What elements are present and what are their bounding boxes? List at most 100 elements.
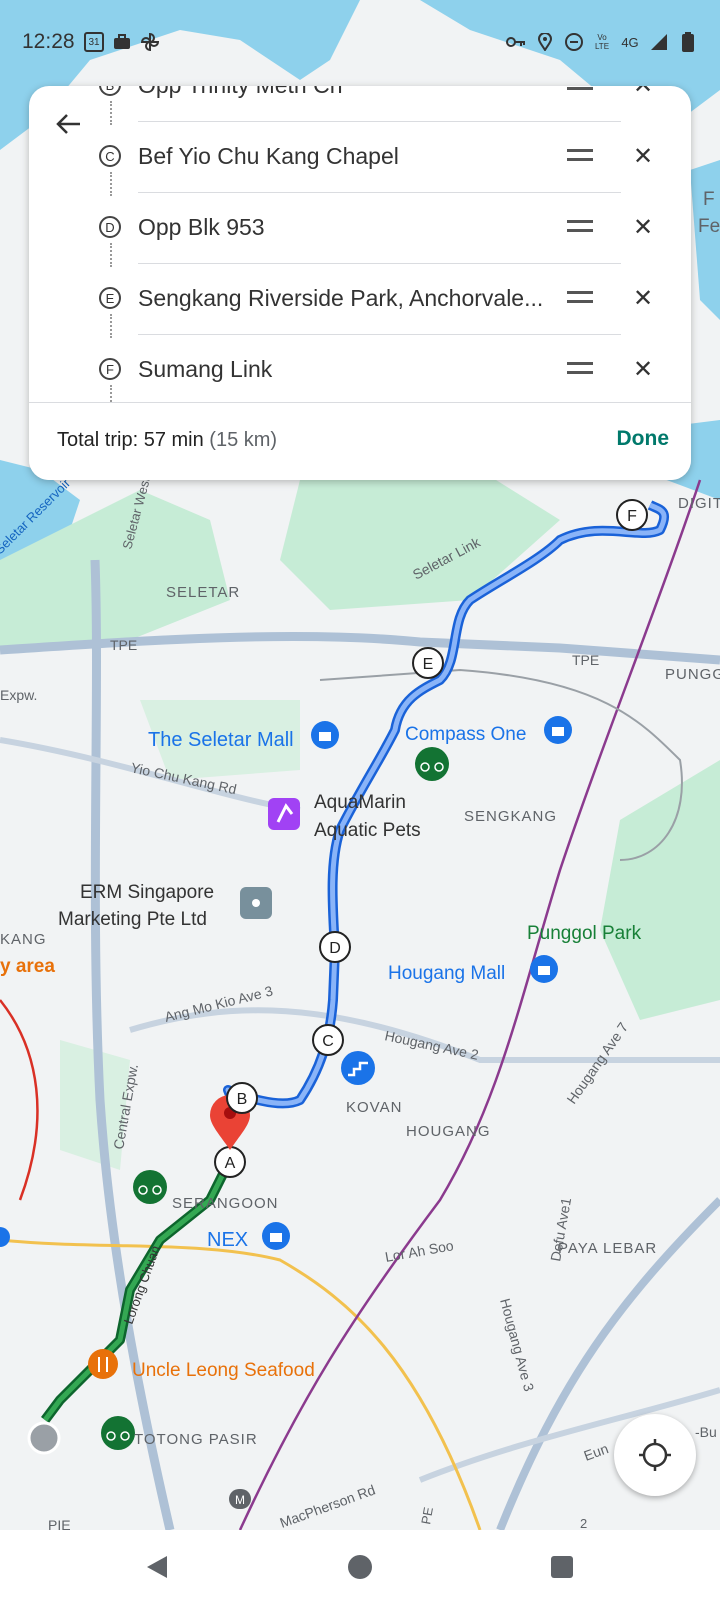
road-tpe: TPE	[110, 637, 137, 653]
marker-b[interactable]: B	[226, 1082, 258, 1114]
stairs-icon[interactable]	[341, 1051, 375, 1085]
close-icon[interactable]: ✕	[631, 284, 655, 313]
area-paya-lebar: PAYA LEBAR	[558, 1240, 657, 1257]
recents-nav-icon[interactable]	[545, 1550, 579, 1584]
marker-c[interactable]: C	[312, 1024, 344, 1056]
area-digital: DIGIT	[678, 495, 720, 512]
stop-name[interactable]: Opp Blk 953	[138, 214, 553, 241]
back-nav-icon[interactable]	[140, 1550, 174, 1584]
stop-row[interactable]: C Bef Yio Chu Kang Chapel ✕	[29, 122, 691, 196]
stop-row[interactable]: D Opp Blk 953 ✕	[29, 193, 691, 267]
label-compass-one[interactable]: Compass One	[405, 724, 526, 745]
stop-name[interactable]: Sumang Link	[138, 356, 553, 383]
area-kang: KANG	[0, 931, 47, 948]
pinwheel-icon	[140, 32, 160, 52]
shopping-icon[interactable]	[311, 721, 339, 749]
origin-marker[interactable]	[27, 1421, 61, 1455]
svg-text:B: B	[237, 1091, 248, 1108]
status-bar: 12:28 31 Vo LTE 4G	[0, 0, 720, 84]
area-toa-payoh: TOTONG PASIR	[134, 1431, 258, 1448]
close-icon[interactable]: ✕	[631, 86, 655, 100]
trip-summary: Total trip: 57 min (15 km) Done	[29, 402, 691, 480]
area-fe-1: F	[703, 189, 715, 210]
drag-handle-icon[interactable]	[567, 86, 593, 90]
area-sengkang: SENGKANG	[464, 808, 557, 825]
stop-letter: B	[99, 86, 121, 96]
key-icon	[506, 32, 526, 52]
drag-handle-icon[interactable]	[567, 291, 593, 303]
road-pe: PE	[418, 1506, 436, 1526]
label-nex[interactable]: NEX	[207, 1229, 248, 1251]
road-lim: 2	[580, 1516, 587, 1530]
drag-handle-icon[interactable]	[567, 149, 593, 161]
bike-icon[interactable]	[101, 1416, 135, 1450]
label-erm[interactable]: ERM Singapore	[80, 882, 214, 903]
area-punggol: PUNGG	[665, 666, 720, 683]
status-time: 12:28	[22, 30, 75, 53]
back-arrow-icon[interactable]	[49, 104, 89, 144]
close-icon[interactable]: ✕	[631, 213, 655, 242]
total-distance: (15 km)	[209, 429, 278, 451]
area-fe-2: Fe	[698, 216, 720, 237]
label-uncle-leong[interactable]: Uncle Leong Seafood	[132, 1360, 315, 1381]
road-expw: Expw.	[0, 687, 37, 703]
location-icon	[535, 32, 555, 52]
label-erm-2[interactable]: Marketing Pte Ltd	[58, 909, 207, 930]
volte-icon: Vo LTE	[594, 33, 610, 51]
svg-text:C: C	[322, 1033, 334, 1050]
stop-row[interactable]: F Sumang Link ✕	[29, 335, 691, 409]
stop-row[interactable]: B Opp Trinity Meth Ch ✕	[29, 86, 691, 125]
restaurant-icon[interactable]	[88, 1349, 118, 1379]
bike-icon[interactable]	[415, 747, 449, 781]
stop-list[interactable]: B Opp Trinity Meth Ch ✕ C Bef Yio Chu Ka…	[29, 86, 691, 409]
marker-a[interactable]: A	[214, 1146, 246, 1178]
svg-text:D: D	[329, 940, 341, 957]
stop-name[interactable]: Opp Trinity Meth Ch	[138, 86, 553, 99]
system-nav-bar	[0, 1530, 720, 1600]
area-serangoon: SERANGOON	[172, 1195, 279, 1212]
svg-text:A: A	[225, 1155, 236, 1172]
close-icon[interactable]: ✕	[631, 355, 655, 384]
label-seletar-mall[interactable]: The Seletar Mall	[148, 729, 294, 751]
road-bukit: -Bu	[695, 1424, 717, 1440]
total-trip-label: Total trip: 57 min	[57, 429, 204, 451]
label-aquamarin[interactable]: AquaMarin	[314, 792, 406, 813]
bike-icon[interactable]	[133, 1170, 167, 1204]
drag-handle-icon[interactable]	[567, 220, 593, 232]
stop-letter: C	[99, 145, 121, 167]
close-icon[interactable]: ✕	[631, 142, 655, 171]
area-hougang: HOUGANG	[406, 1123, 491, 1140]
mrt-icon: M	[229, 1489, 251, 1509]
network-type: 4G	[621, 34, 639, 50]
stop-letter: F	[99, 358, 121, 380]
marker-d[interactable]: D	[319, 931, 351, 963]
shopping-icon[interactable]	[530, 955, 558, 983]
label-aquamarin-2[interactable]: Aquatic Pets	[314, 820, 421, 841]
area-seletar: SELETAR	[166, 584, 240, 601]
total-trip-text: Total trip: 57 min (15 km)	[57, 429, 277, 452]
my-location-button[interactable]	[614, 1414, 696, 1496]
shopping-icon[interactable]	[544, 716, 572, 744]
business-icon[interactable]	[240, 887, 272, 919]
stop-row[interactable]: E Sengkang Riverside Park, Anchorvale...…	[29, 264, 691, 338]
shopping-icon[interactable]	[262, 1222, 290, 1250]
road-pie: PIE	[48, 1517, 71, 1530]
battery-icon	[678, 32, 698, 52]
drag-handle-icon[interactable]	[567, 362, 593, 374]
marker-f[interactable]: F	[616, 499, 648, 531]
dnd-icon	[564, 32, 584, 52]
home-nav-icon[interactable]	[343, 1550, 377, 1584]
label-punggol-park[interactable]: Punggol Park	[527, 923, 642, 944]
calendar-icon: 31	[84, 32, 104, 52]
stop-name[interactable]: Sengkang Riverside Park, Anchorvale...	[138, 285, 553, 312]
pet-store-icon[interactable]	[268, 798, 300, 830]
label-hougang-mall[interactable]: Hougang Mall	[388, 963, 505, 984]
work-profile-icon	[112, 32, 132, 52]
signal-icon	[649, 32, 669, 52]
stop-name[interactable]: Bef Yio Chu Kang Chapel	[138, 143, 553, 170]
svg-text:M: M	[235, 1493, 245, 1507]
marker-e[interactable]: E	[412, 647, 444, 679]
done-button[interactable]: Done	[617, 427, 670, 451]
svg-text:F: F	[627, 508, 637, 525]
area-kovan: KOVAN	[346, 1099, 402, 1116]
